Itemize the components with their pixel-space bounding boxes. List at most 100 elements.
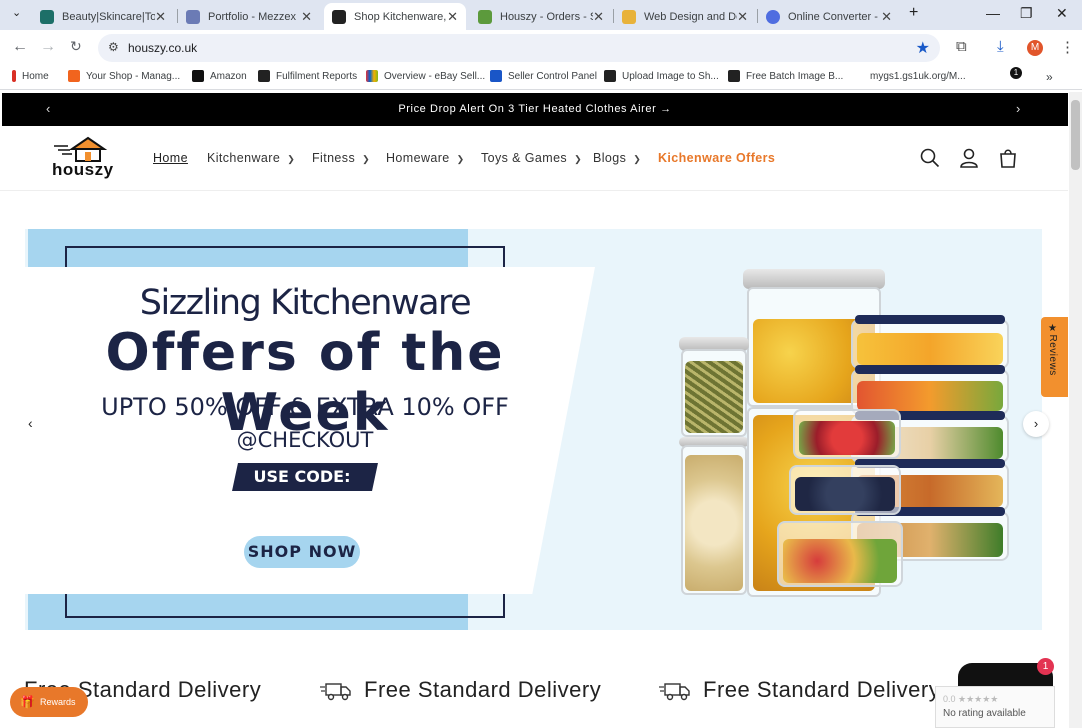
shop-now-button[interactable]: SHOP NOW <box>244 536 360 568</box>
close-icon[interactable]: ✕ <box>301 9 312 25</box>
rewards-button[interactable]: 🎁 Rewards <box>10 687 88 717</box>
bookmark-label: Fulfilment Reports <box>276 70 358 82</box>
address-bar[interactable]: ⚙ houszy.co.uk ★ <box>98 34 940 62</box>
reviews-tab-label: ★Reviews <box>1047 323 1058 376</box>
bookmark-icon <box>728 70 740 82</box>
container-food <box>799 421 895 455</box>
bookmark-upload-image[interactable]: Upload Image to Sh... <box>604 70 719 82</box>
close-window-button[interactable]: ✕ <box>1056 5 1068 22</box>
hero-headline-2: Offers of the Week <box>105 323 505 443</box>
nav-blogs[interactable]: Blogs ❯ <box>593 151 641 165</box>
tab-3-active[interactable]: Shop Kitchenware, F ✕ <box>324 3 466 30</box>
bookmark-batch-image[interactable]: Free Batch Image B... <box>728 70 843 82</box>
hero-prev-icon[interactable]: ‹ <box>28 415 33 431</box>
nav-fitness-label: Fitness <box>312 151 356 165</box>
maximize-button[interactable]: ❐ <box>1020 5 1033 22</box>
close-icon[interactable]: ✕ <box>155 9 166 25</box>
reviews-tab[interactable]: ★Reviews <box>1041 317 1068 397</box>
rating-label: No rating available <box>943 708 1026 719</box>
rating-widget[interactable]: 0.0 ★★★★★ No rating available <box>935 686 1055 728</box>
bookmark-label: Home <box>22 70 49 82</box>
nav-toys-games[interactable]: Toys & Games ❯ <box>481 151 582 165</box>
tab-2[interactable]: Portfolio - Mezzex ✕ <box>178 3 320 30</box>
hero-discount-text: UPTO 50% OFF & EXTRA 10% OFF <box>101 393 509 421</box>
bookmark-label: Amazon <box>210 70 247 82</box>
tab-1[interactable]: Beauty|Skincare|Toile ✕ <box>32 3 174 30</box>
nav-blogs-label: Blogs <box>593 151 627 165</box>
jar-lid <box>743 269 885 289</box>
extensions-icon[interactable]: ⧉ <box>956 38 967 55</box>
tab-6[interactable]: Online Converter - C ✕ <box>758 3 900 30</box>
bookmark-fulfilment[interactable]: Fulfilment Reports <box>258 70 357 82</box>
nav-fitness[interactable]: Fitness ❯ <box>312 151 370 165</box>
new-tab-button[interactable]: + <box>909 4 918 22</box>
nav-kitchenware-label: Kitchenware <box>207 151 281 165</box>
bookmark-icon <box>852 70 864 82</box>
site-logo[interactable]: houszy <box>52 136 116 180</box>
close-icon[interactable]: ✕ <box>737 9 748 25</box>
tab-5[interactable]: Web Design and Dev ✕ <box>614 3 756 30</box>
hero-banner[interactable]: Sizzling Kitchenware Offers of the Week … <box>25 229 1042 630</box>
scrollbar-thumb[interactable] <box>1071 100 1080 170</box>
tab-strip: ⌄ Beauty|Skincare|Toile ✕ Portfolio - Me… <box>0 0 1082 30</box>
container-food <box>795 477 895 511</box>
nav-home[interactable]: Home <box>153 151 188 165</box>
back-icon[interactable]: ← <box>12 38 28 56</box>
download-icon[interactable]: ⤓ <box>997 38 1004 55</box>
rating-stars: 0.0 ★★★★★ <box>943 694 999 704</box>
nav-kitchenware[interactable]: Kitchenware ❯ <box>207 151 295 165</box>
promo-code-text: USE CODE: KIT10 <box>253 467 351 514</box>
reload-icon[interactable]: ↻ <box>70 38 82 55</box>
tab-5-favicon <box>622 9 636 24</box>
hero-next-button[interactable]: › <box>1023 411 1049 437</box>
tab-2-favicon <box>186 9 200 24</box>
bookmark-ebay[interactable]: Overview - eBay Sell... <box>366 70 485 82</box>
tab-3-favicon <box>332 9 346 24</box>
bookmarks-bar: Home Your Shop - Manag... Amazon Fulfilm… <box>0 65 1082 90</box>
minimize-button[interactable]: — <box>986 5 1000 21</box>
close-icon[interactable]: ✕ <box>881 9 892 25</box>
profile-avatar[interactable]: M <box>1027 40 1043 56</box>
marquee-text-2: Free Standard Delivery <box>364 677 602 702</box>
site-info-icon[interactable]: ⚙ <box>108 40 119 54</box>
arrow-right-icon: → <box>660 103 672 115</box>
marquee-text-3: Free Standard Delivery <box>703 677 935 702</box>
truck-icon <box>659 681 691 706</box>
bookmark-gs1[interactable]: mygs1.gs1uk.org/M... <box>852 70 966 82</box>
forward-icon[interactable]: → <box>40 38 56 56</box>
bookmark-label: Upload Image to Sh... <box>622 70 719 82</box>
cart-icon[interactable] <box>998 148 1018 173</box>
announcement-text: Price Drop Alert On 3 Tier Heated Clothe… <box>398 103 657 115</box>
house-logo-icon <box>54 136 108 162</box>
tab-4[interactable]: Houszy - Orders - Sh ✕ <box>470 3 612 30</box>
bookmark-icon <box>604 70 616 82</box>
close-icon[interactable]: ✕ <box>447 9 458 25</box>
account-icon[interactable] <box>959 148 979 173</box>
container-lid <box>855 365 1005 374</box>
announcement-next-icon[interactable]: › <box>1016 101 1020 116</box>
rewards-label: Rewards <box>40 697 76 707</box>
tab-1-favicon <box>40 9 54 24</box>
announcement-link[interactable]: Price Drop Alert On 3 Tier Heated Clothe… <box>2 103 1068 115</box>
menu-icon[interactable]: ⋮ <box>1060 38 1075 56</box>
nav-kitchenware-offers[interactable]: Kichenware Offers <box>658 151 775 165</box>
nav-homeware[interactable]: Homeware ❯ <box>386 151 465 165</box>
bookmark-seller-control[interactable]: Seller Control Panel <box>490 70 597 82</box>
bookmark-star-icon[interactable]: ★ <box>916 38 930 58</box>
bookmark-label: Seller Control Panel <box>508 70 597 82</box>
tab-search-icon[interactable]: ⌄ <box>12 6 21 19</box>
more-bookmarks-icon[interactable]: » <box>1046 70 1053 84</box>
bookmark-icon <box>68 70 80 82</box>
search-icon[interactable] <box>920 148 940 173</box>
page-scrollbar[interactable] <box>1069 92 1082 728</box>
promo-code-badge: USE CODE: KIT10 <box>232 463 378 514</box>
bookmark-home[interactable]: Home <box>12 70 49 82</box>
chevron-down-icon: ❯ <box>287 154 296 164</box>
tab-5-title: Web Design and Dev <box>644 10 737 23</box>
cart-count-badge: 1 <box>1010 67 1022 79</box>
bookmark-your-shop[interactable]: Your Shop - Manag... <box>68 70 180 82</box>
bookmark-amazon[interactable]: Amazon <box>192 70 247 82</box>
tab-2-title: Portfolio - Mezzex <box>208 10 297 23</box>
chevron-down-icon: ❯ <box>574 154 583 164</box>
close-icon[interactable]: ✕ <box>593 9 604 25</box>
